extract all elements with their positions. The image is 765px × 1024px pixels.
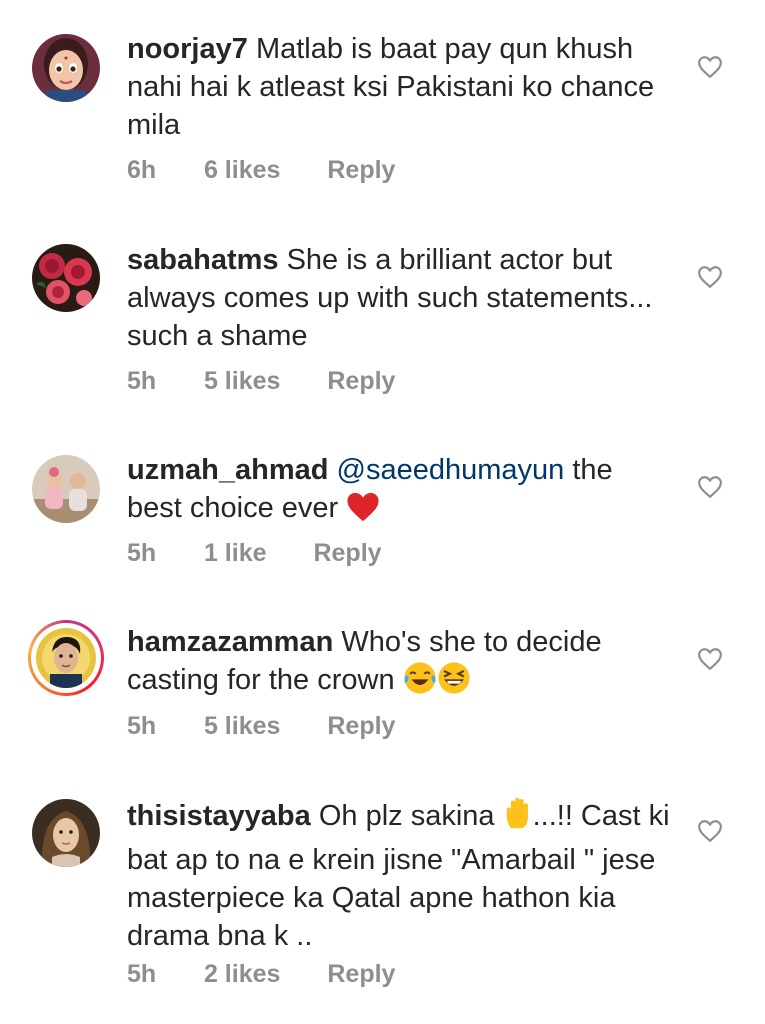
like-heart-icon[interactable] — [697, 647, 723, 671]
comment-meta: 5h 1 like Reply — [127, 539, 382, 573]
like-heart-icon[interactable] — [697, 55, 723, 79]
comment-meta: 5h 5 likes Reply — [127, 367, 395, 401]
comment-username[interactable]: noorjay7 — [127, 33, 248, 65]
comment-meta: 5h 2 likes Reply — [127, 960, 395, 994]
avatar[interactable] — [28, 240, 104, 316]
comment-time: 5h — [127, 539, 157, 567]
comment-text: noorjay7 Matlab is baat pay qun khush na… — [127, 30, 675, 144]
comment-time: 5h — [127, 712, 157, 740]
comment-username[interactable]: hamzazamman — [127, 626, 333, 658]
woman-portrait-avatar-icon — [32, 799, 100, 867]
young-man-avatar-icon — [36, 628, 96, 688]
avatar[interactable] — [28, 795, 104, 871]
comment-text: sabahatms She is a brilliant actor but a… — [127, 241, 675, 355]
red-heart-emoji-icon — [346, 491, 380, 533]
comment-time: 5h — [127, 960, 157, 988]
comment-likes[interactable]: 1 like — [204, 539, 267, 568]
reply-button[interactable]: Reply — [327, 960, 395, 989]
grinning-squinting-emoji-icon — [437, 661, 471, 705]
tears-of-joy-emoji-icon — [403, 661, 437, 705]
comment-body-start: Oh plz sakina — [318, 800, 495, 832]
comment-likes[interactable]: 5 likes — [204, 367, 280, 396]
comment-text: uzmah_ahmad @saeedhumayun the best choic… — [127, 451, 675, 533]
comment-likes[interactable]: 5 likes — [204, 712, 280, 741]
comment-mention[interactable]: @saeedhumayun — [337, 454, 565, 486]
comment-text: thisistayyaba Oh plz sakina ...!! Cast k… — [127, 797, 675, 955]
reply-button[interactable]: Reply — [327, 156, 395, 185]
comment-username[interactable]: uzmah_ahmad — [127, 454, 328, 486]
comment-likes[interactable]: 6 likes — [204, 156, 280, 185]
comment-meta: 5h 5 likes Reply — [127, 712, 395, 746]
like-heart-icon[interactable] — [697, 819, 723, 843]
reply-button[interactable]: Reply — [327, 712, 395, 741]
comment-text: hamzazamman Who's she to decide casting … — [127, 623, 675, 705]
reply-button[interactable]: Reply — [327, 367, 395, 396]
comment-username[interactable]: thisistayyaba — [127, 800, 311, 832]
avatar[interactable] — [28, 30, 104, 106]
comment-username[interactable]: sabahatms — [127, 244, 279, 276]
like-heart-icon[interactable] — [697, 265, 723, 289]
red-roses-avatar-icon — [32, 244, 100, 312]
like-heart-icon[interactable] — [697, 475, 723, 499]
comment-time: 5h — [127, 367, 157, 395]
avatar[interactable] — [28, 451, 104, 527]
avatar[interactable] — [28, 620, 104, 696]
raised-hand-emoji-icon — [503, 797, 533, 841]
two-children-avatar-icon — [32, 455, 100, 523]
comment-time: 6h — [127, 156, 157, 184]
cartoon-girl-avatar-icon — [32, 34, 100, 102]
comment-meta: 6h 6 likes Reply — [127, 156, 395, 190]
comment-likes[interactable]: 2 likes — [204, 960, 280, 989]
reply-button[interactable]: Reply — [313, 539, 381, 568]
